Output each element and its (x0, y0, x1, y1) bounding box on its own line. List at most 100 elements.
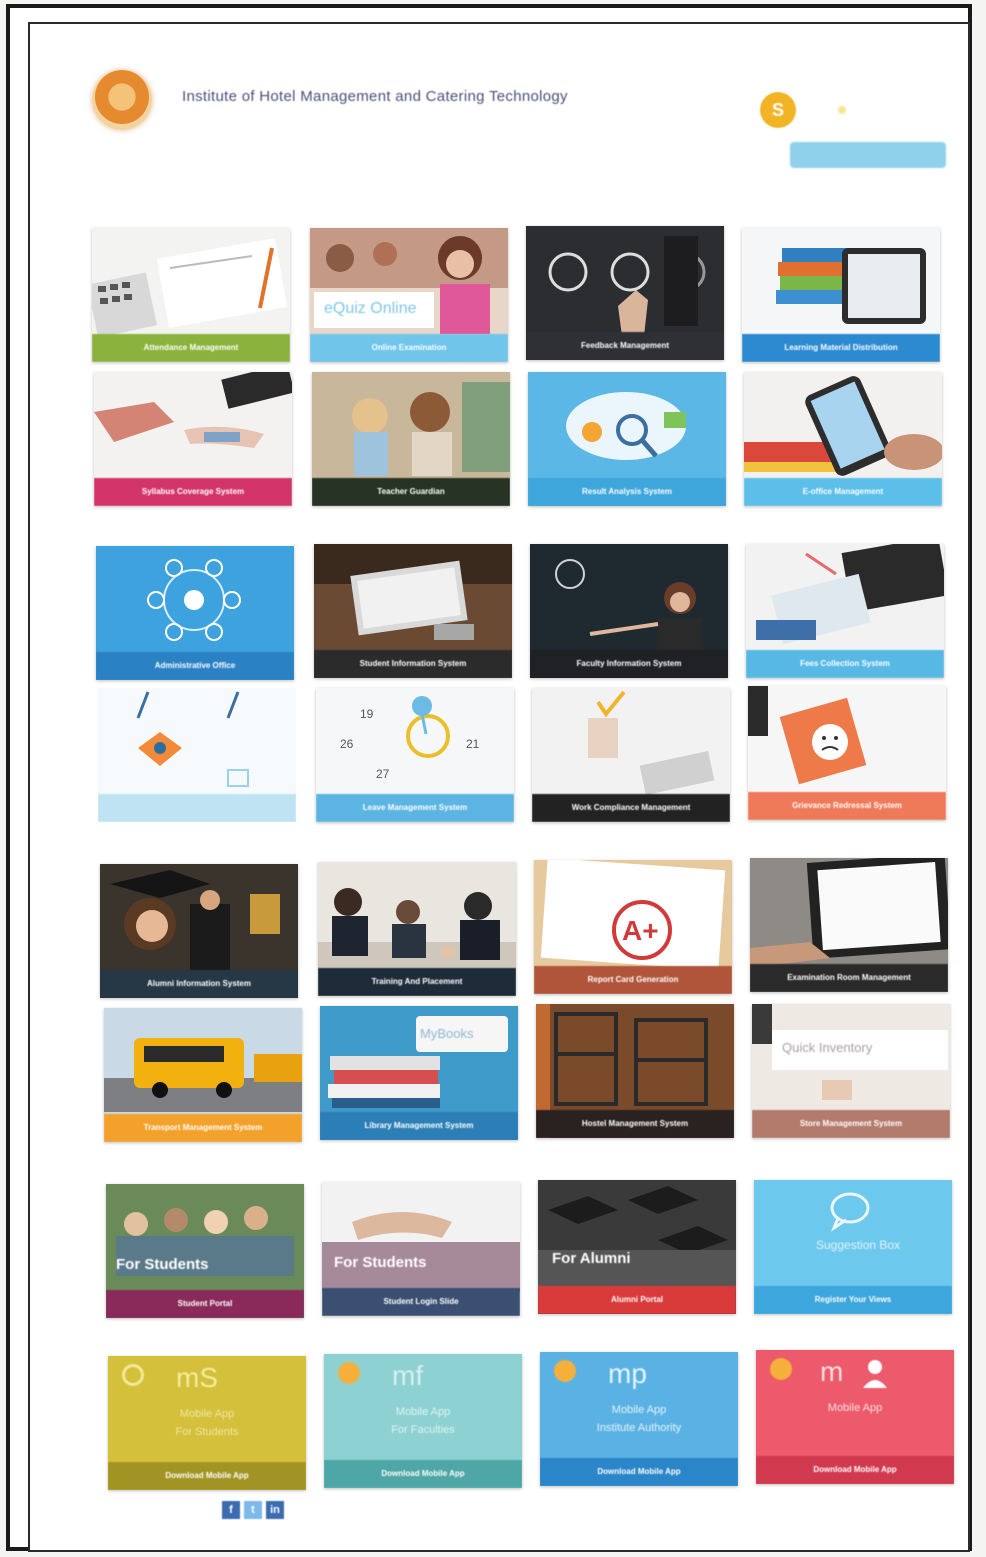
tile-e-office[interactable]: E-office Management (744, 372, 942, 506)
tile-caption: Attendance Management (92, 334, 290, 362)
tile-student-portal[interactable]: For Students Student Portal (106, 1184, 304, 1318)
tile-caption: Learning Material Distribution (742, 334, 940, 362)
institute-title[interactable]: Institute of Hotel Management and Cateri… (182, 88, 568, 105)
nav-button[interactable] (790, 142, 946, 168)
store-overlay: Quick Inventory (782, 1040, 873, 1055)
tile-alumni-portal[interactable]: For Alumni Alumni Portal (538, 1180, 736, 1314)
dot-icon (838, 106, 846, 114)
tile-attendance[interactable]: Attendance Management (92, 228, 290, 362)
tile-caption: Syllabus Coverage System (94, 478, 292, 506)
tile-caption: Training And Placement (318, 968, 516, 996)
tile-student-login[interactable]: For Students Student Login Slide (322, 1182, 520, 1316)
tile-training[interactable]: Training And Placement (318, 862, 516, 996)
tile-caption: Alumni Information System (100, 970, 298, 998)
linkedin-icon[interactable]: in (266, 1501, 284, 1519)
library-overlay: MyBooks (420, 1026, 474, 1041)
tile-caption (98, 794, 296, 822)
tile-caption: Store Management System (752, 1110, 950, 1138)
tile-transport[interactable]: Transport Management System (104, 1008, 302, 1142)
app-code: m (820, 1356, 844, 1387)
online-exam-overlay: eQuiz Online (324, 300, 417, 317)
tile-caption: Examination Room Management (750, 964, 948, 992)
tile-caption: Report Card Generation (534, 966, 732, 994)
tile-caption: Register Your Views (754, 1286, 952, 1314)
app-code: mS (176, 1362, 218, 1393)
tile-learning[interactable]: Learning Material Distribution (742, 228, 940, 362)
twitter-icon[interactable]: t (244, 1501, 262, 1519)
social-links: f t in (222, 1500, 288, 1519)
tile-app-students[interactable]: mS Mobile App For Students Download Mobi… (108, 1356, 306, 1490)
tile-admin-office[interactable]: Administrative Office (96, 546, 294, 680)
app-line2: For Faculties (391, 1424, 455, 1436)
download-button[interactable]: Download Mobile App (756, 1456, 954, 1484)
tile-caption: Online Examination (310, 334, 508, 362)
tile-exam-room[interactable]: Examination Room Management (750, 858, 948, 992)
facebook-icon[interactable]: f (222, 1501, 240, 1519)
tile-online-exam[interactable]: eQuiz Online Online Examination (310, 228, 508, 362)
suggestion-overlay: Suggestion Box (816, 1238, 901, 1252)
tile-caption: Administrative Office (96, 652, 294, 680)
tile-caption: Student Information System (314, 650, 512, 678)
tile-caption: Work Compliance Management (532, 794, 730, 822)
alumni-portal-overlay: For Alumni (552, 1250, 631, 1267)
tile-app-authority[interactable]: mp Mobile App Institute Authority Downlo… (540, 1352, 738, 1486)
tile-library[interactable]: MyBooks Library Management System (320, 1006, 518, 1140)
page-frame: Institute of Hotel Management and Cateri… (28, 22, 970, 1552)
tile-leave[interactable]: 26 27 21 19 Leave Management System (316, 688, 514, 822)
svg-text:26: 26 (340, 737, 354, 751)
download-button[interactable]: Download Mobile App (108, 1462, 306, 1490)
svg-text:19: 19 (360, 707, 374, 721)
tile-suggestion[interactable]: Suggestion Box Register Your Views (754, 1180, 952, 1314)
tile-caption: Faculty Information System (530, 650, 728, 678)
tile-student-info[interactable]: Student Information System (314, 544, 512, 678)
tile-alumni-info[interactable]: Alumni Information System (100, 864, 298, 998)
student-portal-overlay: For Students (116, 1256, 209, 1273)
tile-caption: Student Portal (106, 1290, 304, 1318)
app-line1: Mobile App (611, 1404, 667, 1416)
institute-logo-icon (770, 1358, 792, 1380)
app-line1: Mobile App (827, 1402, 883, 1414)
tile-report-card[interactable]: A+ Report Card Generation (534, 860, 732, 994)
tile-store[interactable]: Quick Inventory Store Management System (752, 1004, 950, 1138)
institute-logo-icon (554, 1360, 576, 1382)
svg-text:27: 27 (376, 767, 390, 781)
app-code: mp (608, 1358, 647, 1389)
coin-icon[interactable]: S (760, 92, 796, 128)
page-header: Institute of Hotel Management and Cateri… (30, 24, 968, 214)
tile-work[interactable]: Work Compliance Management (532, 688, 730, 822)
tile-caption: Alumni Portal (538, 1286, 736, 1314)
tile-caption: Transport Management System (104, 1114, 302, 1142)
app-line2: For Students (175, 1426, 239, 1438)
tile-app-faculties[interactable]: mf Mobile App For Faculties Download Mob… (324, 1354, 522, 1488)
tile-hostel[interactable]: Hostel Management System (536, 1004, 734, 1138)
app-line1: Mobile App (395, 1406, 451, 1418)
tile-faculty-info[interactable]: Faculty Information System (530, 544, 728, 678)
svg-text:21: 21 (466, 737, 480, 751)
outer-frame: Institute of Hotel Management and Cateri… (6, 4, 972, 1552)
tile-app-other[interactable]: m Mobile App Download Mobile App (756, 1350, 954, 1484)
tile-caption: Feedback Management (526, 332, 724, 360)
person-icon (860, 1358, 890, 1393)
tile-result[interactable]: Result Analysis System (528, 372, 726, 506)
student-login-overlay: For Students (334, 1254, 427, 1271)
tile-caption: Library Management System (320, 1112, 518, 1140)
tile-caption: Grievance Redressal System (748, 792, 946, 820)
tile-caption: Teacher Guardian (312, 478, 510, 506)
tile-teacher[interactable]: Teacher Guardian (312, 372, 510, 506)
tile-grievance[interactable]: Grievance Redressal System (748, 686, 946, 820)
institute-logo-icon[interactable] (92, 70, 152, 130)
tile-caption: Fees Collection System (746, 650, 944, 678)
institute-logo-icon (338, 1362, 360, 1384)
tile-syllabus[interactable]: Syllabus Coverage System (94, 372, 292, 506)
download-button[interactable]: Download Mobile App (324, 1460, 522, 1488)
tile-caption: Result Analysis System (528, 478, 726, 506)
tile-feedback[interactable]: Feedback Management (526, 226, 724, 360)
institute-logo-icon (122, 1364, 144, 1386)
tile-fees[interactable]: Fees Collection System (746, 544, 944, 678)
svg-text:A+: A+ (622, 915, 659, 946)
tile-caption: Leave Management System (316, 794, 514, 822)
app-line2: Institute Authority (596, 1422, 682, 1434)
download-button[interactable]: Download Mobile App (540, 1458, 738, 1486)
tile-caption: Hostel Management System (536, 1110, 734, 1138)
tile-virtual[interactable] (98, 688, 296, 822)
